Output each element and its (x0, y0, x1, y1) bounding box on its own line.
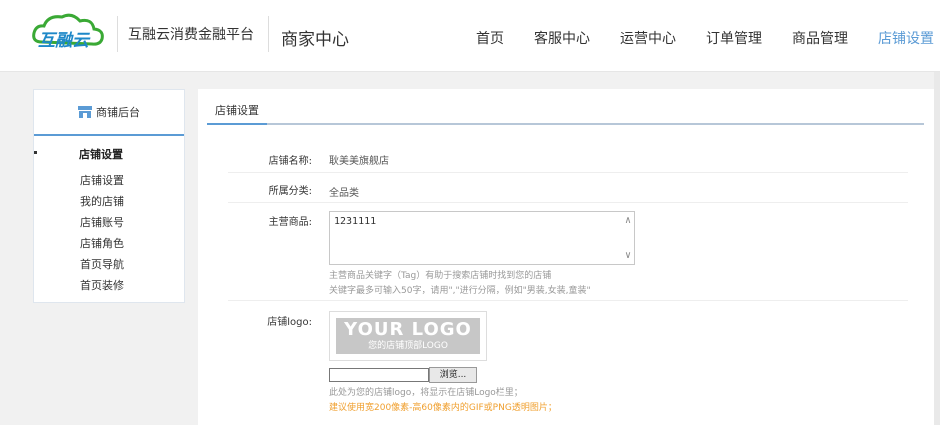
main-goods-hint-1: 主营商品关键字（Tag）有助于搜索店铺时找到您的店铺 (329, 271, 552, 281)
category-label: 所属分类: (268, 186, 312, 197)
logo-placeholder: YOUR LOGO 您的店铺顶部LOGO (336, 318, 480, 354)
sidebar-list: 店铺设置 我的店铺 店铺账号 店铺角色 首页导航 首页装修 (34, 170, 184, 296)
sidebar-group-label: 店铺设置 (79, 148, 123, 161)
shop-name-value: 耿美美旗舰店 (329, 156, 389, 167)
brand-logo[interactable]: 互融云 (30, 12, 108, 54)
logo-file-input[interactable] (329, 368, 429, 382)
nav-orders[interactable]: 订单管理 (706, 28, 762, 48)
cloud-logo-icon: 互融云 (32, 13, 104, 51)
top-nav: 首页 客服中心 运营中心 订单管理 商品管理 店铺设置 (446, 28, 934, 48)
main-goods-hint-2: 关键字最多可输入50字，请用","进行分隔，例如"男装,女装,童装" (329, 286, 591, 296)
browse-button[interactable]: 浏览... (429, 367, 477, 383)
main-panel: 店铺设置 店铺名称: 耿美美旗舰店 所属分类: 全品类 主营商品: 123111… (198, 89, 940, 425)
chevron-down-icon[interactable]: ∨ (625, 250, 631, 261)
sidebar: 商铺后台 店铺设置 店铺设置 我的店铺 店铺账号 店铺角色 首页导航 首页装修 (33, 89, 185, 303)
sidebar-item-shop-account[interactable]: 店铺账号 (80, 212, 184, 233)
bullet-icon (34, 151, 37, 154)
sidebar-item-shop-settings[interactable]: 店铺设置 (80, 170, 184, 191)
sidebar-item-my-shop[interactable]: 我的店铺 (80, 191, 184, 212)
category-value: 全品类 (329, 188, 359, 199)
sidebar-group[interactable]: 店铺设置 (34, 146, 184, 162)
logo-preview: YOUR LOGO 您的店铺顶部LOGO (329, 311, 487, 361)
logo-label: 店铺logo: (267, 317, 312, 328)
logo-hint-1: 此处为您的店铺logo，将显示在店铺Logo栏里； (329, 388, 523, 398)
page-title: 商家中心 (281, 30, 349, 50)
chevron-up-icon[interactable]: ∧ (625, 215, 631, 226)
logo-placeholder-title: YOUR LOGO (344, 319, 472, 340)
logo-placeholder-subtitle: 您的店铺顶部LOGO (368, 341, 448, 351)
main-goods-textarea[interactable]: 1231111 ∧ ∨ (329, 211, 635, 265)
sidebar-item-home-decoration[interactable]: 首页装修 (80, 275, 184, 296)
header-divider (117, 16, 118, 52)
sidebar-item-shop-role[interactable]: 店铺角色 (80, 233, 184, 254)
shop-icon (78, 106, 92, 118)
brand-name: 互融云消费金融平台 (128, 27, 254, 43)
page-scrollbar[interactable] (934, 72, 940, 425)
main-goods-label: 主营商品: (268, 217, 312, 228)
row-divider (228, 300, 908, 301)
nav-customer-service[interactable]: 客服中心 (534, 28, 590, 48)
logo-text: 互融云 (38, 31, 91, 51)
row-divider (228, 172, 908, 173)
row-divider (228, 202, 908, 203)
sidebar-header: 商铺后台 (34, 90, 184, 136)
top-header: 互融云 互融云消费金融平台 商家中心 首页 客服中心 运营中心 订单管理 商品管… (0, 0, 940, 72)
tab-bar: 店铺设置 (207, 101, 924, 125)
nav-home[interactable]: 首页 (476, 28, 504, 48)
sidebar-title: 商铺后台 (96, 106, 140, 119)
main-goods-text: 1231111 (334, 216, 377, 227)
nav-products[interactable]: 商品管理 (792, 28, 848, 48)
nav-shop-settings[interactable]: 店铺设置 (878, 28, 934, 48)
sidebar-item-home-nav[interactable]: 首页导航 (80, 254, 184, 275)
logo-hint-2: 建议使用宽200像素-高60像素内的GIF或PNG透明图片； (329, 403, 557, 413)
header-divider (268, 16, 269, 52)
nav-operations[interactable]: 运营中心 (620, 28, 676, 48)
tab-shop-settings[interactable]: 店铺设置 (207, 101, 267, 125)
shop-name-label: 店铺名称: (268, 156, 312, 167)
